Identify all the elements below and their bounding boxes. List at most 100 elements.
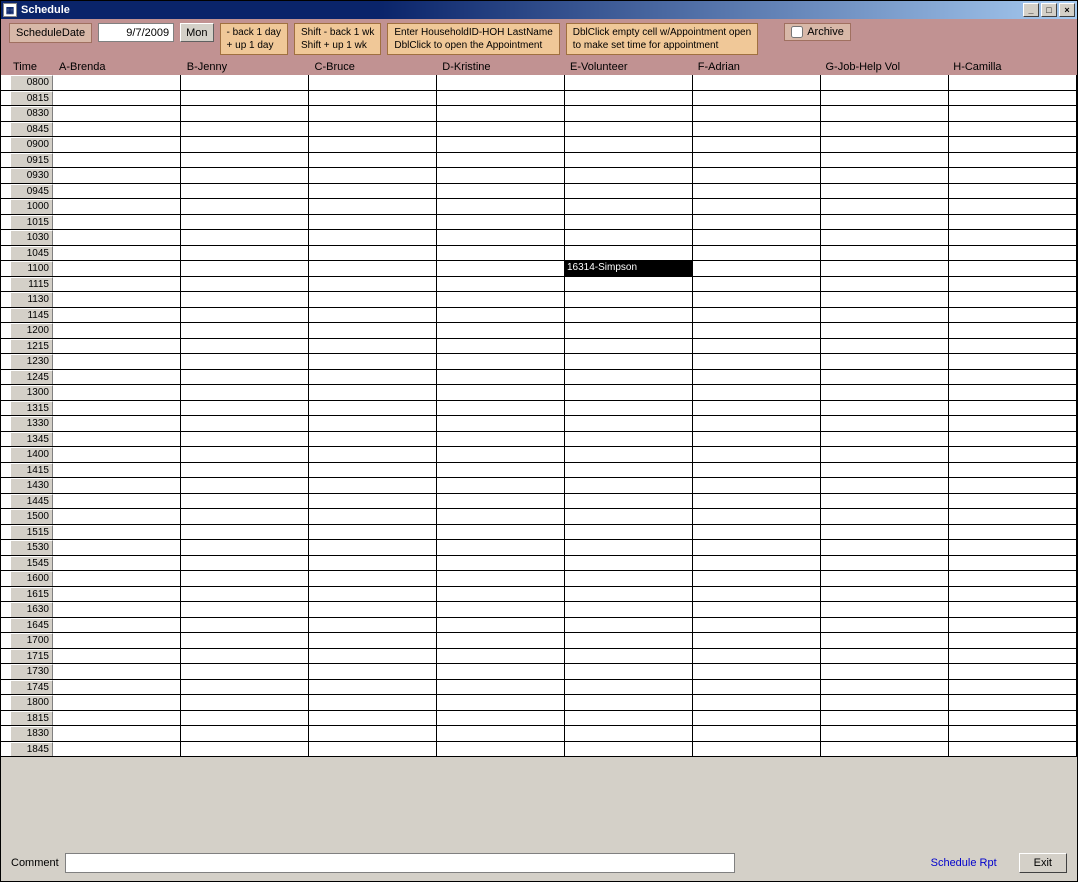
schedule-cell[interactable] (181, 308, 309, 323)
schedule-cell[interactable] (949, 711, 1077, 726)
schedule-cell[interactable] (181, 680, 309, 695)
schedule-cell[interactable] (565, 478, 693, 493)
schedule-cell[interactable] (565, 494, 693, 509)
schedule-cell[interactable] (949, 478, 1077, 493)
schedule-cell[interactable] (437, 587, 565, 602)
schedule-cell[interactable] (565, 323, 693, 338)
schedule-cell[interactable] (53, 168, 181, 183)
schedule-cell[interactable] (949, 416, 1077, 431)
schedule-cell[interactable] (949, 246, 1077, 261)
schedule-cell[interactable] (821, 339, 949, 354)
schedule-cell[interactable] (181, 525, 309, 540)
schedule-cell[interactable] (821, 277, 949, 292)
schedule-cell[interactable] (437, 525, 565, 540)
schedule-cell[interactable] (181, 230, 309, 245)
schedule-cell[interactable] (309, 416, 437, 431)
schedule-date-input[interactable] (98, 23, 174, 42)
schedule-cell[interactable] (565, 618, 693, 633)
schedule-cell[interactable] (309, 525, 437, 540)
schedule-cell[interactable] (821, 711, 949, 726)
schedule-cell[interactable] (181, 711, 309, 726)
schedule-cell[interactable] (821, 137, 949, 152)
schedule-cell[interactable] (437, 277, 565, 292)
schedule-cell[interactable] (309, 308, 437, 323)
schedule-cell[interactable] (437, 91, 565, 106)
schedule-cell[interactable] (949, 618, 1077, 633)
schedule-cell[interactable] (949, 308, 1077, 323)
schedule-cell[interactable] (949, 587, 1077, 602)
schedule-cell[interactable] (437, 540, 565, 555)
schedule-cell[interactable] (53, 261, 181, 276)
schedule-cell[interactable] (693, 571, 821, 586)
schedule-cell[interactable] (565, 292, 693, 307)
minimize-button[interactable]: _ (1023, 3, 1039, 17)
schedule-cell[interactable] (949, 726, 1077, 741)
schedule-cell[interactable] (309, 292, 437, 307)
schedule-cell[interactable] (693, 385, 821, 400)
schedule-cell[interactable] (821, 649, 949, 664)
schedule-cell[interactable] (693, 416, 821, 431)
schedule-cell[interactable] (181, 137, 309, 152)
schedule-cell[interactable] (949, 633, 1077, 648)
schedule-cell[interactable] (437, 649, 565, 664)
schedule-cell[interactable] (821, 633, 949, 648)
schedule-cell[interactable] (309, 556, 437, 571)
schedule-cell[interactable] (693, 478, 821, 493)
schedule-cell[interactable] (181, 478, 309, 493)
schedule-cell[interactable] (821, 91, 949, 106)
schedule-cell[interactable] (309, 447, 437, 462)
schedule-cell[interactable] (949, 525, 1077, 540)
schedule-cell[interactable] (309, 168, 437, 183)
schedule-cell[interactable] (565, 540, 693, 555)
schedule-cell[interactable] (53, 556, 181, 571)
schedule-cell[interactable] (949, 571, 1077, 586)
schedule-cell[interactable] (309, 385, 437, 400)
schedule-cell[interactable] (53, 525, 181, 540)
schedule-cell[interactable] (565, 742, 693, 757)
schedule-cell[interactable] (181, 618, 309, 633)
schedule-cell[interactable] (53, 633, 181, 648)
schedule-cell[interactable] (437, 401, 565, 416)
schedule-cell[interactable] (693, 509, 821, 524)
schedule-cell[interactable] (693, 556, 821, 571)
schedule-cell[interactable] (53, 695, 181, 710)
schedule-cell[interactable] (821, 184, 949, 199)
schedule-cell[interactable] (693, 695, 821, 710)
schedule-cell[interactable] (565, 432, 693, 447)
schedule-cell[interactable] (309, 463, 437, 478)
schedule-cell[interactable] (437, 354, 565, 369)
schedule-cell[interactable] (437, 695, 565, 710)
schedule-cell[interactable] (181, 742, 309, 757)
schedule-cell[interactable] (693, 618, 821, 633)
schedule-cell[interactable] (437, 726, 565, 741)
schedule-cell[interactable] (437, 416, 565, 431)
schedule-cell[interactable] (693, 339, 821, 354)
schedule-cell[interactable] (181, 633, 309, 648)
schedule-cell[interactable] (821, 246, 949, 261)
schedule-cell[interactable] (949, 463, 1077, 478)
schedule-cell[interactable] (309, 680, 437, 695)
schedule-cell[interactable] (53, 153, 181, 168)
schedule-cell[interactable] (53, 447, 181, 462)
schedule-cell[interactable] (53, 494, 181, 509)
schedule-cell[interactable] (693, 137, 821, 152)
schedule-cell[interactable] (693, 742, 821, 757)
schedule-cell[interactable] (693, 215, 821, 230)
schedule-cell[interactable] (821, 215, 949, 230)
schedule-cell[interactable] (821, 478, 949, 493)
schedule-cell[interactable] (53, 339, 181, 354)
schedule-cell[interactable] (437, 509, 565, 524)
schedule-cell[interactable] (821, 556, 949, 571)
comment-input[interactable] (65, 853, 735, 873)
schedule-cell[interactable] (181, 261, 309, 276)
schedule-cell[interactable] (821, 447, 949, 462)
schedule-cell[interactable] (949, 199, 1077, 214)
schedule-cell[interactable] (949, 695, 1077, 710)
schedule-cell[interactable] (693, 649, 821, 664)
schedule-cell[interactable] (565, 168, 693, 183)
schedule-cell[interactable] (949, 184, 1077, 199)
schedule-cell[interactable] (437, 463, 565, 478)
schedule-cell[interactable] (565, 401, 693, 416)
schedule-cell[interactable] (693, 633, 821, 648)
schedule-cell[interactable] (565, 277, 693, 292)
